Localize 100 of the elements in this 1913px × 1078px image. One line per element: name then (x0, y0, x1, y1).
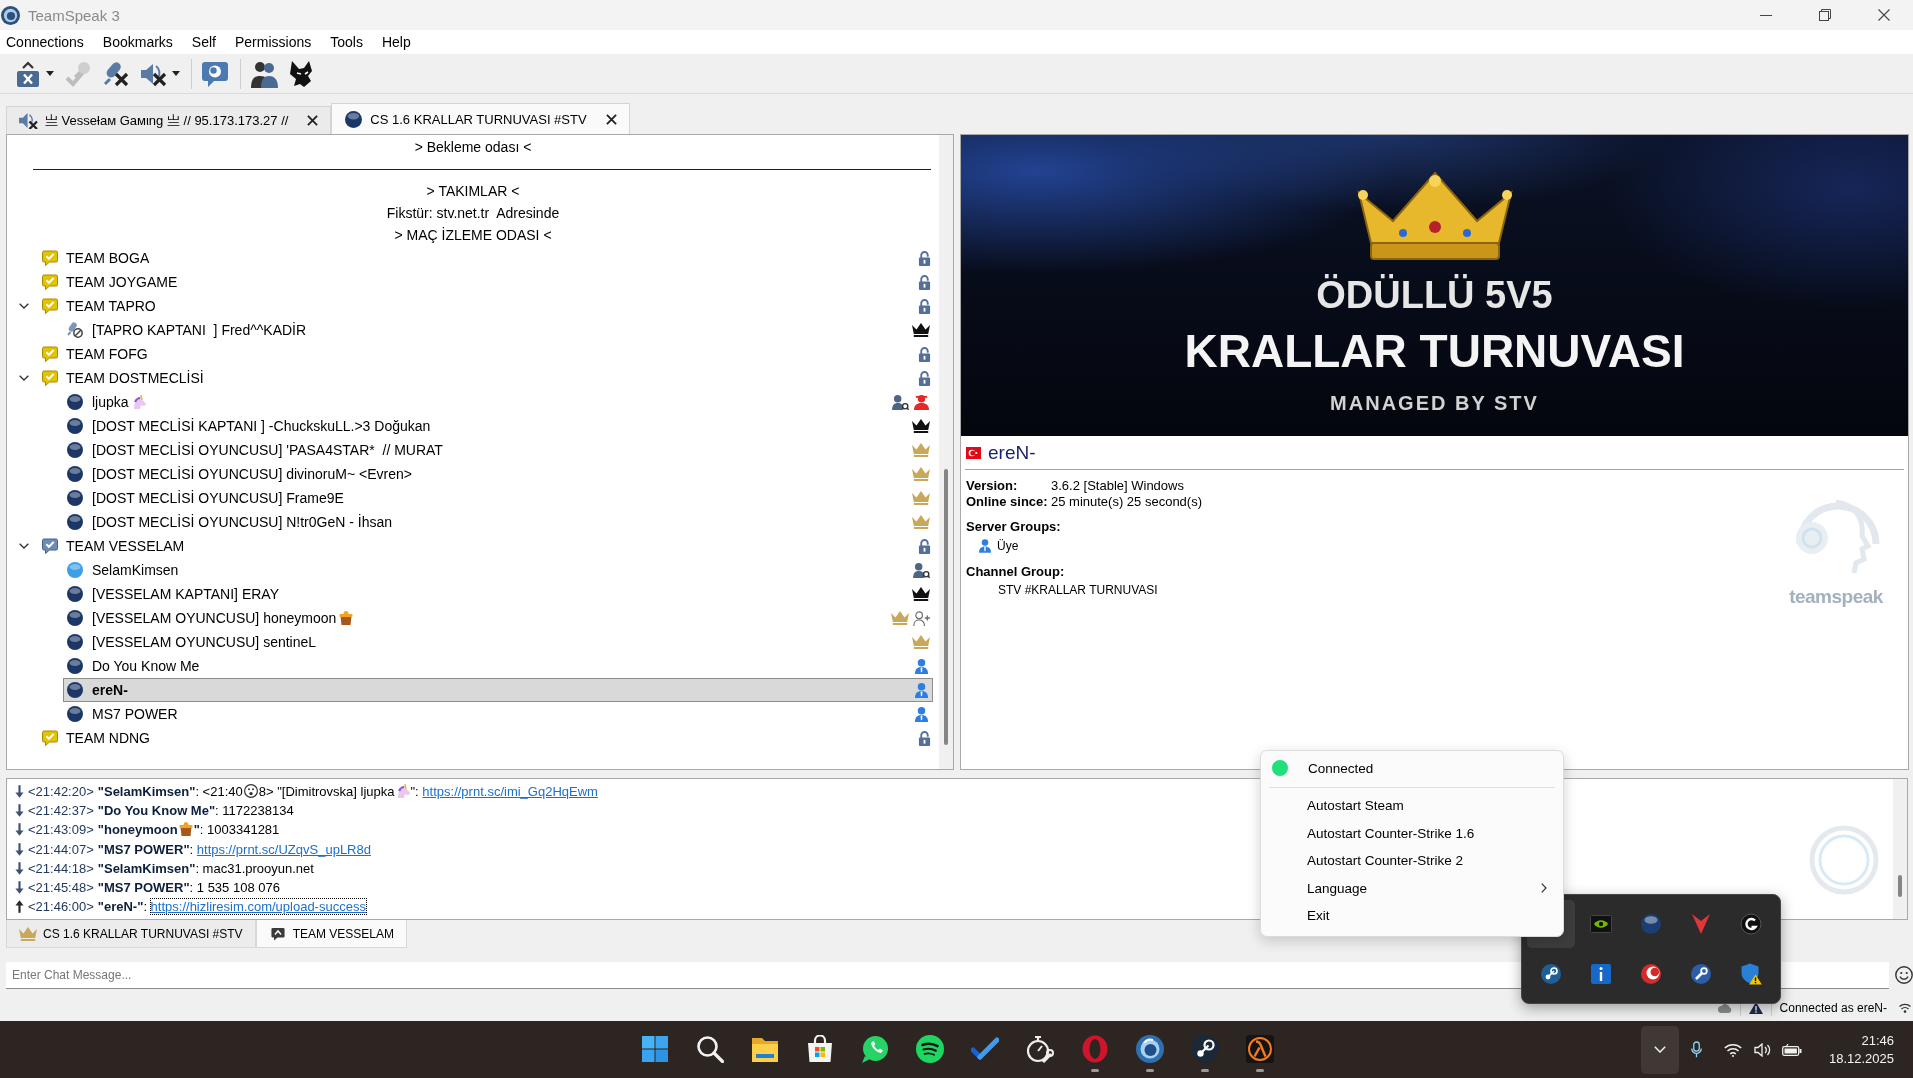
ring-logo-icon (1740, 913, 1762, 935)
channel-row[interactable]: TEAM NDNG (7, 726, 939, 750)
close-icon[interactable] (307, 115, 319, 126)
close-icon[interactable] (1877, 9, 1890, 21)
checkmark-icon[interactable] (971, 1035, 999, 1063)
section-label: Server Groups: (966, 519, 1062, 535)
volume-icon[interactable] (1753, 1042, 1772, 1057)
sphere-icon (67, 706, 83, 722)
chat-bubble-icon (268, 926, 287, 941)
client-row[interactable]: [TAPRO KAPTANI ] Fred^^KADİR (63, 318, 933, 342)
spacer-title: > TAKIMLAR < (426, 183, 520, 199)
chat-message: <21:42:37> "Do You Know Me": 1172238134 (28, 803, 294, 819)
scrollbar[interactable] (1893, 779, 1907, 919)
clock-date[interactable]: 18.12.2025 (1828, 1049, 1894, 1068)
chat-tab[interactable]: CS 1.6 KRALLAR TURNUVASI #STV (6, 920, 256, 948)
minimize-icon[interactable] (1759, 14, 1772, 16)
channel-row[interactable]: TEAM FOFG (7, 342, 939, 366)
sound-waves-icon[interactable] (916, 1035, 944, 1063)
menu-item[interactable]: Bookmarks (94, 31, 181, 53)
crown-icon (1354, 171, 1515, 261)
client-name: [VESSELAM OYUNCUSU] honeymoon (92, 610, 337, 626)
channel-row[interactable]: TEAM DOSTMECLİSİ (7, 366, 939, 390)
client-row[interactable]: [DOST MECLİSİ OYUNCUSU] 'PASA4STAR* // MURAT (63, 438, 933, 462)
status-text: Connected as ereN- (1779, 1001, 1887, 1015)
flag-icon (966, 447, 981, 459)
phone-bubble-icon[interactable] (861, 1035, 889, 1063)
channel-row[interactable]: TEAM BOGA (7, 246, 939, 270)
shopping-bag-icon[interactable] (806, 1035, 834, 1063)
ring-icon[interactable] (1081, 1035, 1109, 1063)
menu-item[interactable]: Self (183, 31, 224, 53)
client-row[interactable]: [DOST MECLİSİ OYUNCUSU] N!tr0GeN - İhsan (63, 510, 933, 534)
server-tab[interactable]: CS 1.6 KRALLAR TURNUVASI #STV (331, 103, 630, 134)
arrow-down-icon (15, 785, 24, 799)
field-value: 3.6.2 [Stable] Windows (1051, 477, 1184, 493)
channel-row[interactable]: TEAM TAPRO (7, 294, 939, 318)
chat-tab[interactable]: TEAM VESSELAM (255, 920, 407, 948)
channel-row[interactable]: TEAM JOYGAME (7, 270, 939, 294)
chevron-down-icon (1653, 1046, 1666, 1053)
field-label: Version: (966, 477, 1019, 493)
menu-item[interactable]: Help (373, 31, 419, 53)
menu-item[interactable]: Permissions (227, 31, 320, 53)
channel-name: TEAM DOSTMECLİSİ (66, 370, 204, 386)
lambda-icon[interactable] (1246, 1035, 1274, 1063)
client-row[interactable]: [DOST MECLİSİ OYUNCUSU] divinoruM~ <Evren> (63, 462, 933, 486)
client-row[interactable]: [VESSELAM OYUNCUSU] sentineL (63, 630, 933, 654)
four-squares-icon[interactable] (641, 1035, 669, 1063)
spacer-title: > Bekleme odası < (414, 139, 532, 155)
client-row[interactable]: [VESSELAM KAPTANI] ERAY (63, 582, 933, 606)
folder-icon[interactable] (751, 1035, 779, 1063)
client-row[interactable]: Do You Know Me (63, 654, 933, 678)
client-row[interactable]: [DOST MECLİSİ OYUNCUSU] Frame9E (63, 486, 933, 510)
user-icon (913, 394, 930, 410)
clock-time[interactable]: 21:46 (1861, 1031, 1894, 1050)
group-name: STV #KRALLAR TURNUVASI (998, 582, 1159, 598)
menu-item[interactable]: Exit (1261, 902, 1563, 930)
scrollbar-thumb[interactable] (1898, 875, 1902, 897)
client-nickname: ereN- (988, 442, 1036, 464)
smiley-icon[interactable] (1895, 966, 1913, 984)
restore-icon[interactable] (1818, 9, 1831, 21)
banner-subtitle: KRALLAR TURNUVASI (1184, 325, 1685, 378)
sphere-icon (67, 562, 83, 578)
menu-item[interactable]: Autostart Counter-Strike 1.6 (1261, 819, 1563, 847)
spacer-title: > MAÇ İZLEME ODASI < (394, 227, 552, 243)
chevron-down-icon[interactable] (19, 375, 29, 381)
chat-link[interactable]: https://hizliresim.com/upload-success (150, 899, 366, 915)
swirl-circle-icon[interactable] (1136, 1035, 1164, 1063)
arrow-down-icon (15, 861, 24, 875)
chevron-down-icon[interactable] (19, 543, 29, 549)
piston-circle-icon[interactable] (1191, 1035, 1219, 1063)
server-tab[interactable]: 亗 Vesseƚaм Gaмιng 亗 // 95.173.173.27 // (6, 106, 332, 134)
client-row[interactable]: SelamKimsen (63, 558, 933, 582)
chevron-down-icon[interactable] (19, 303, 29, 309)
client-row[interactable]: ereN- (63, 678, 933, 702)
search-icon[interactable] (696, 1035, 724, 1063)
channel-row[interactable]: TEAM VESSELAM (7, 534, 939, 558)
client-row[interactable]: MS7 POWER (63, 702, 933, 726)
menu-item[interactable]: Language (1261, 874, 1563, 902)
chat-link[interactable]: https://prnt.sc/imi_Gq2HqEwm (422, 784, 598, 800)
menu-item[interactable]: Autostart Steam (1261, 792, 1563, 820)
watermark-text: teamspeak (1789, 586, 1883, 608)
battery-icon[interactable] (1781, 1043, 1802, 1056)
client-row[interactable]: ljupka (63, 390, 933, 414)
chat-link[interactable]: https://prnt.sc/UZqvS_upLR8d (196, 841, 371, 857)
section-label: Channel Group: (966, 564, 1066, 580)
microphone-icon[interactable] (1690, 1041, 1702, 1058)
menu-item[interactable]: Tools (322, 31, 371, 53)
client-row[interactable]: [DOST MECLİSİ KAPTANI ] -ChuckskuLL.>3 Doğukan (63, 414, 933, 438)
honey-pot-icon (339, 611, 354, 625)
scrollbar[interactable] (939, 135, 953, 769)
stopwatch-wrench-icon[interactable] (1026, 1035, 1054, 1063)
signal-icon (1899, 1003, 1911, 1013)
close-icon[interactable] (605, 113, 617, 125)
window-title: TeamSpeak 3 (28, 6, 120, 24)
scrollbar-thumb[interactable] (944, 469, 948, 745)
wifi-icon[interactable] (1723, 1042, 1742, 1057)
client-row[interactable]: [VESSELAM OYUNCUSU] honeymoon (63, 606, 933, 630)
menu-item[interactable]: Connections (0, 31, 92, 53)
menu-item[interactable]: Autostart Counter-Strike 2 (1261, 847, 1563, 875)
client-name: [DOST MECLİSİ OYUNCUSU] N!tr0GeN - İhsan (92, 514, 393, 530)
client-name: SelamKimsen (92, 562, 179, 578)
